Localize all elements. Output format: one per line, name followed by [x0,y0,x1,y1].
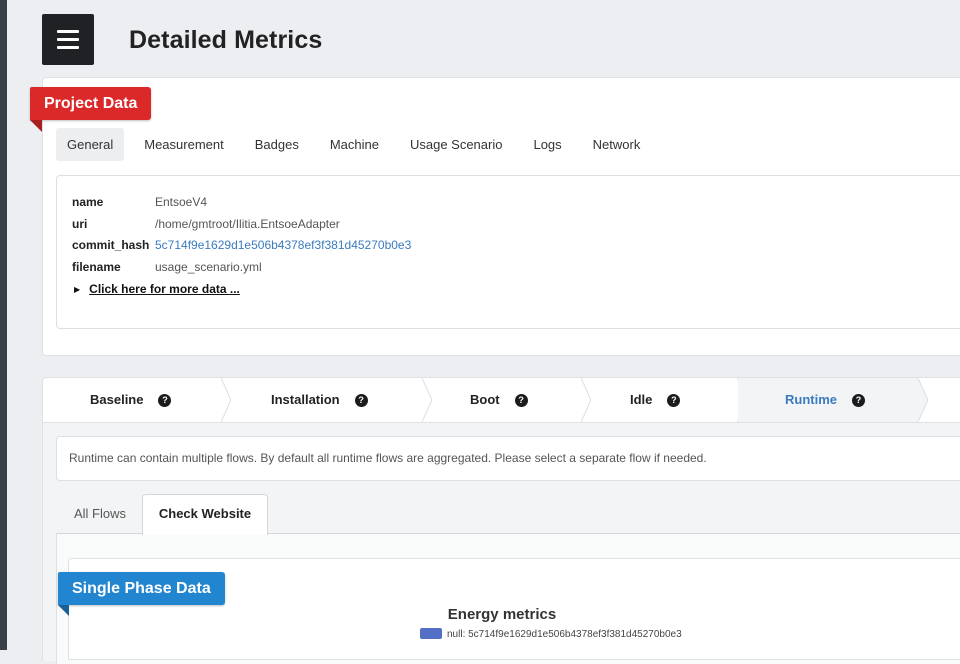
field-key: uri [72,217,88,231]
tab-logs[interactable]: Logs [522,128,572,161]
general-info-box: name EntsoeV4 uri /home/gmtroot/Ilitia.E… [56,175,960,329]
project-tabs: General Measurement Badges Machine Usage… [56,128,660,161]
step-label: Idle [630,392,653,407]
question-circle-icon[interactable]: ? [667,394,681,407]
field-value: EntsoeV4 [155,195,208,209]
tab-usage-scenario[interactable]: Usage Scenario [399,128,514,161]
field-key: name [72,195,104,209]
field-key: filename [72,260,121,274]
step-label: Installation [271,392,340,407]
chart-legend[interactable]: null: 5c714f9e1629d1e506b4378ef3f381d452… [420,628,682,640]
step-divider [581,378,591,422]
runtime-info-message: Runtime can contain multiple flows. By d… [56,436,960,481]
question-circle-icon[interactable]: ? [158,394,172,407]
step-label: Runtime [785,392,837,407]
step-divider [221,378,231,422]
step-divider [918,378,928,422]
step-runtime[interactable]: Runtime? [738,378,918,422]
step-label: Baseline [90,392,144,407]
commit-hash-link[interactable]: 5c714f9e1629d1e506b4378ef3f381d45270b0e3 [155,237,411,253]
step-label: Boot [470,392,500,407]
field-key: commit_hash [72,238,150,252]
legend-label: null: 5c714f9e1629d1e506b4378ef3f381d452… [447,629,682,640]
single-phase-data-ribbon: Single Phase Data [57,572,225,616]
step-baseline[interactable]: Baseline? [43,378,221,422]
question-circle-icon[interactable]: ? [354,394,368,407]
tab-badges[interactable]: Badges [244,128,310,161]
tab-check-website[interactable]: Check Website [142,494,268,535]
hamburger-menu-button[interactable] [42,14,94,65]
tab-measurement[interactable]: Measurement [133,128,234,161]
tab-machine[interactable]: Machine [319,128,390,161]
page-title: Detailed Metrics [129,26,323,54]
project-data-ribbon: Project Data [30,87,152,132]
step-boot[interactable]: Boot? [433,378,581,422]
step-installation[interactable]: Installation? [232,378,422,422]
more-data-link[interactable]: Click here for more data ... [89,282,240,296]
field-value: usage_scenario.yml [155,260,262,274]
left-window-edge [0,0,7,650]
tab-general[interactable]: General [56,128,125,161]
legend-swatch [420,628,442,639]
step-divider [422,378,432,422]
tab-all-flows[interactable]: All Flows [62,495,138,533]
runtime-info-text: Runtime can contain multiple flows. By d… [69,451,707,465]
tab-network[interactable]: Network [582,128,652,161]
more-data-toggle[interactable]: ▶ Click here for more data ... [74,282,240,296]
phase-steps: Baseline? Installation? Boot? Idle? Runt… [42,377,960,423]
step-idle[interactable]: Idle? [592,378,737,422]
caret-right-icon: ▶ [74,285,81,294]
energy-chart-title-row: Energy metrics [0,606,960,623]
field-value: /home/gmtroot/Ilitia.EntsoeAdapter [155,217,340,231]
question-circle-icon[interactable]: ? [514,394,528,407]
energy-chart-title: Energy metrics [447,606,557,623]
question-circle-icon[interactable]: ? [852,394,865,407]
